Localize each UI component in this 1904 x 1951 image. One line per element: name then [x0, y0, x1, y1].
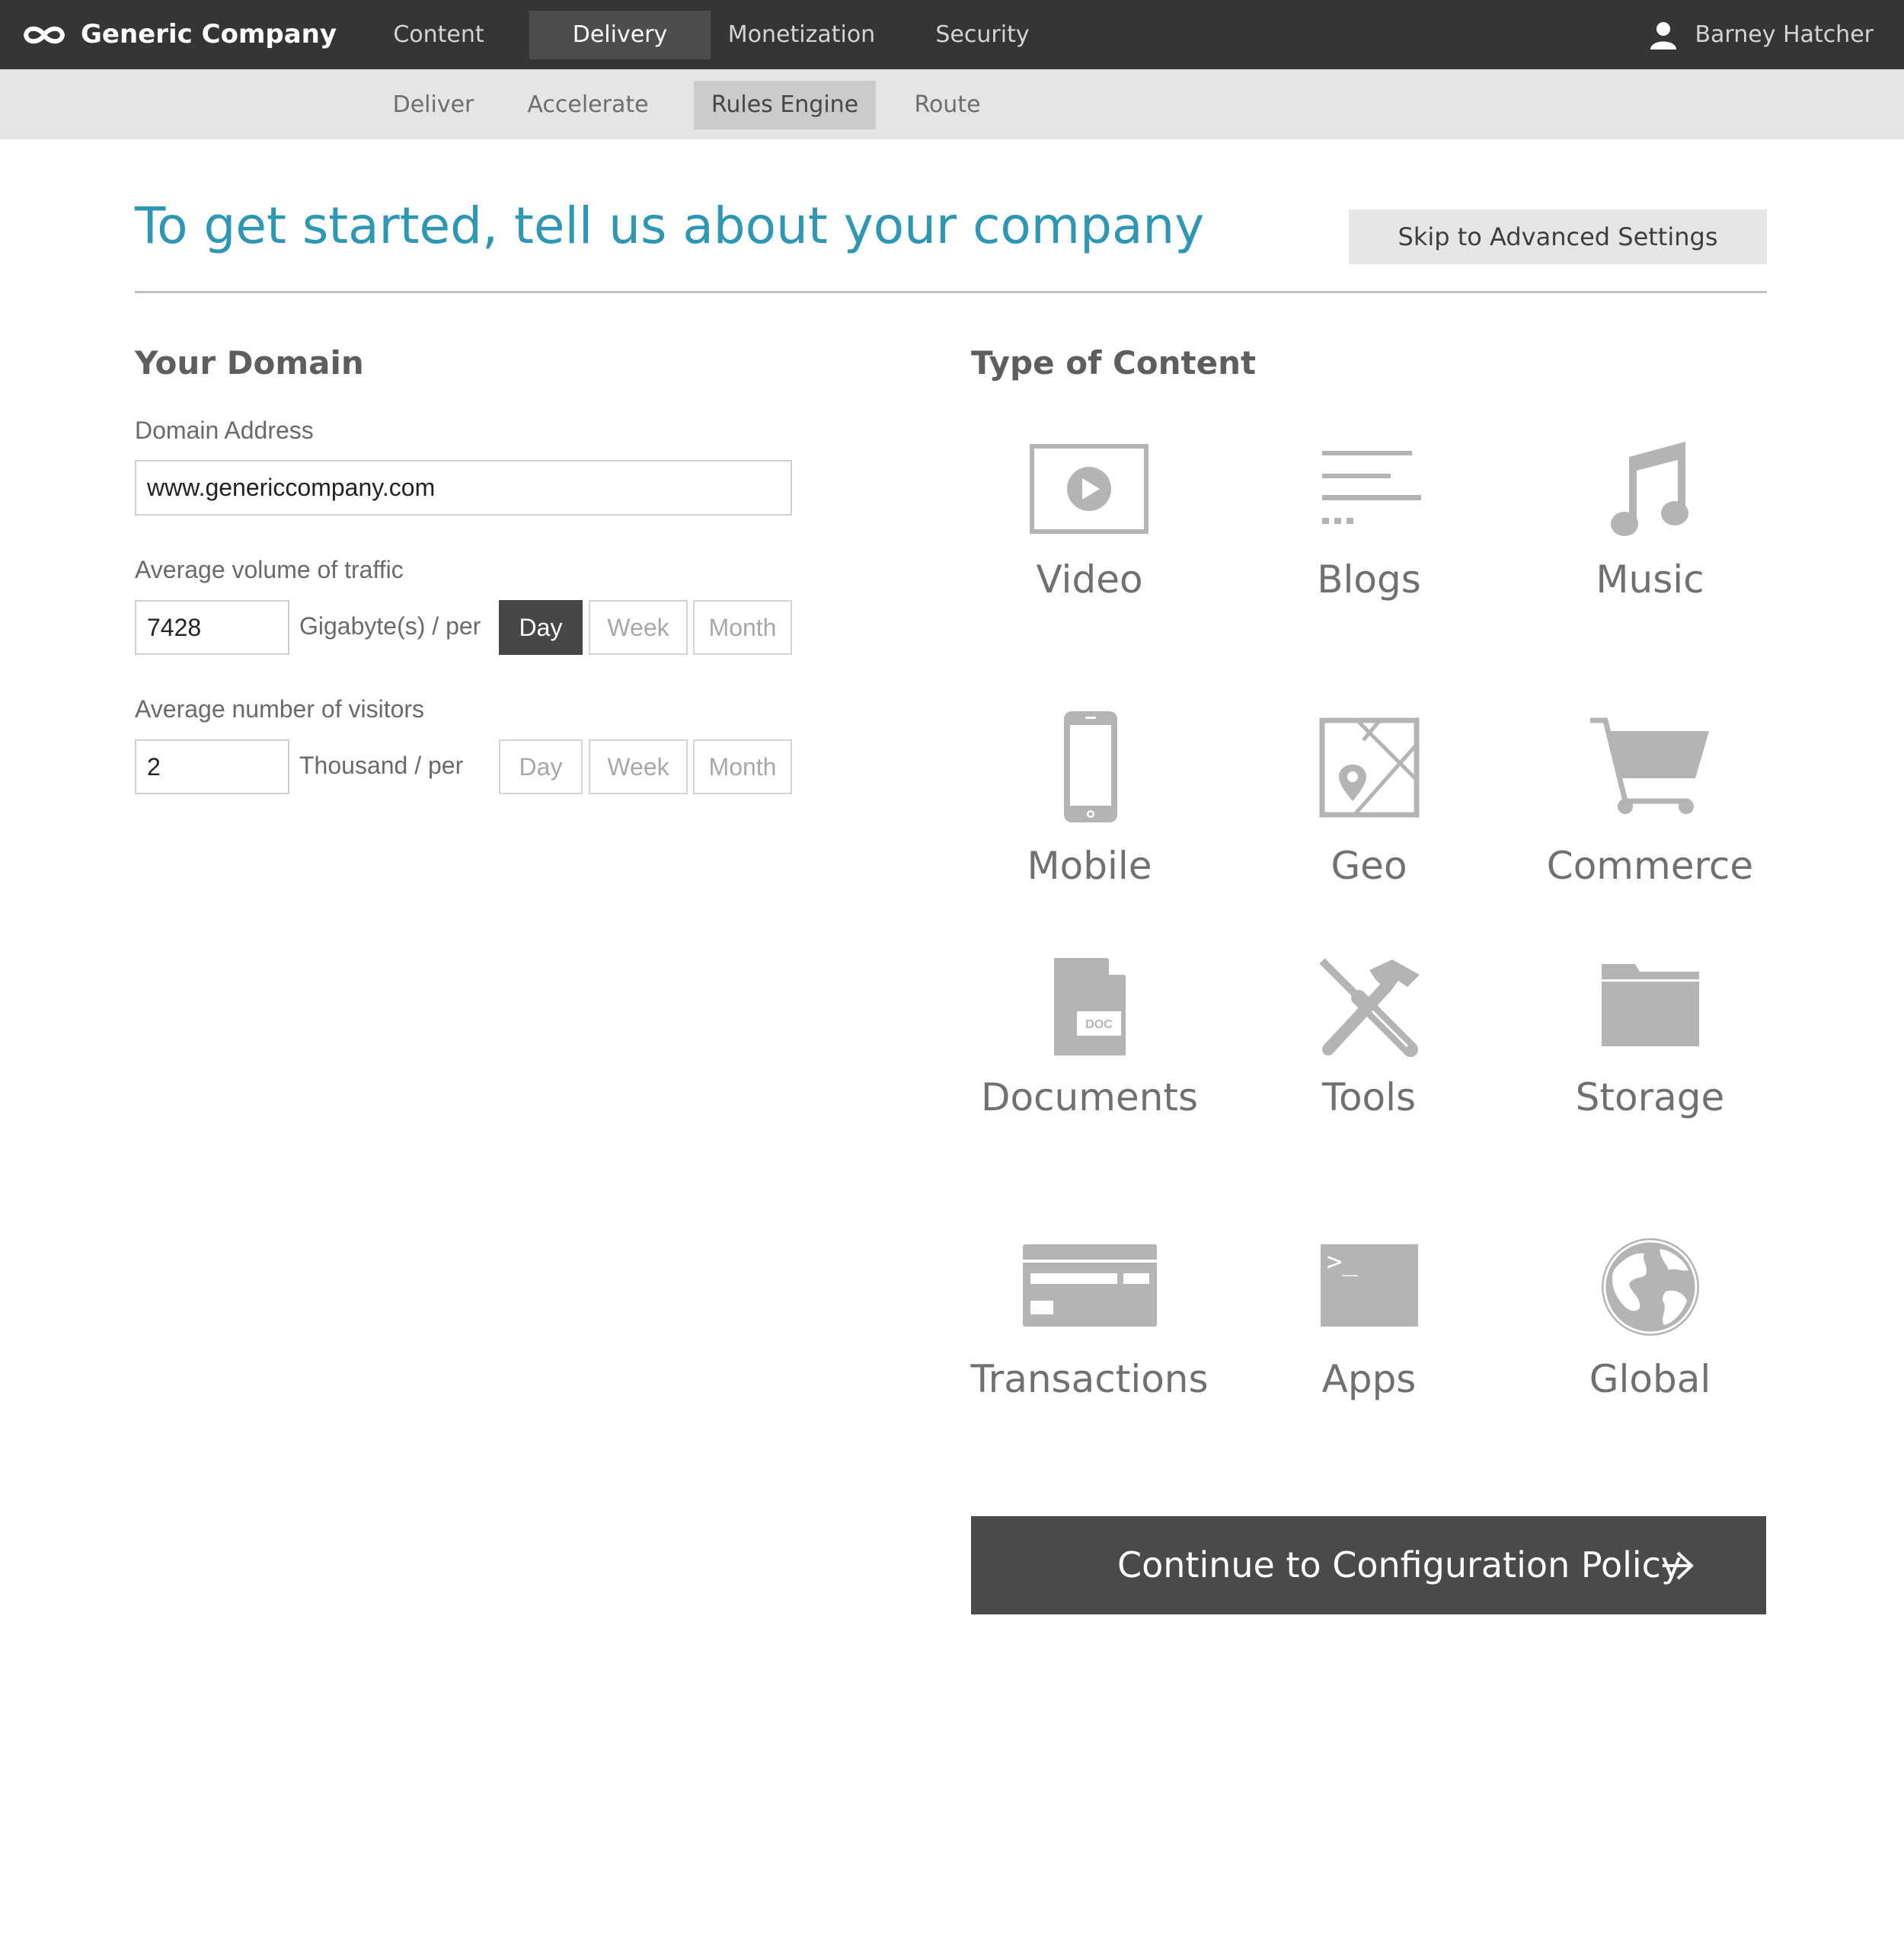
- page-title: To get started, tell us about your compa…: [135, 196, 1205, 255]
- video-icon: [1029, 444, 1148, 534]
- user-menu[interactable]: Barney Hatcher: [1649, 0, 1874, 69]
- visitors-period-day[interactable]: Day: [499, 739, 583, 794]
- content-type-video[interactable]: Video: [950, 426, 1229, 617]
- content-type-mobile[interactable]: Mobile: [950, 710, 1229, 900]
- content-type-label: Music: [1596, 557, 1704, 602]
- content-type-label: Commerce: [1546, 844, 1754, 888]
- content-type-label: Documents: [980, 1075, 1199, 1119]
- content-type-tools[interactable]: Tools: [1229, 952, 1509, 1142]
- terminal-prompt-text: >_: [1327, 1247, 1358, 1277]
- traffic-period-month[interactable]: Month: [693, 600, 792, 655]
- continue-button-label: Continue to Configuration Policy: [1117, 1544, 1682, 1585]
- mobile-phone-icon: [1063, 711, 1117, 822]
- user-name: Barney Hatcher: [1695, 21, 1874, 48]
- shopping-cart-icon: [1589, 717, 1709, 814]
- subtab-accelerate[interactable]: Accelerate: [518, 81, 658, 129]
- music-note-icon: [1610, 442, 1688, 536]
- traffic-period-week[interactable]: Week: [589, 600, 688, 655]
- blog-icon: [1321, 451, 1421, 524]
- subtab-route[interactable]: Route: [899, 81, 996, 129]
- tab-security[interactable]: Security: [906, 11, 1059, 59]
- doc-badge-text: DOC: [1085, 1018, 1113, 1031]
- domain-address-label: Domain Address: [135, 417, 314, 444]
- visitors-label: Average number of visitors: [135, 695, 425, 723]
- content-type-label: Transactions: [970, 1357, 1209, 1401]
- traffic-volume-input[interactable]: [135, 600, 289, 655]
- infinity-icon: [23, 26, 65, 44]
- visitors-period-month[interactable]: Month: [693, 739, 792, 794]
- content-type-global[interactable]: Global: [1510, 1235, 1790, 1426]
- content-type-label: Apps: [1321, 1357, 1417, 1401]
- traffic-unit-label: Gigabyte(s) / per: [299, 612, 481, 640]
- content-type-blogs[interactable]: Blogs: [1229, 426, 1509, 617]
- content-type-label: Geo: [1331, 844, 1407, 888]
- tools-icon: [1318, 958, 1420, 1057]
- sub-nav-bar: Deliver Accelerate Rules Engine Route: [0, 69, 1904, 139]
- document-icon: DOC: [1053, 958, 1126, 1055]
- content-type-apps[interactable]: >_ Apps: [1229, 1235, 1509, 1426]
- tab-monetization[interactable]: Monetization: [720, 11, 883, 59]
- traffic-period-day[interactable]: Day: [499, 600, 583, 655]
- your-domain-heading: Your Domain: [135, 344, 364, 382]
- content-type-music[interactable]: Music: [1510, 426, 1790, 617]
- content-type-label: Video: [1036, 557, 1143, 602]
- arrow-right-icon: [1663, 1551, 1694, 1580]
- top-nav-bar: Generic Company Content Delivery Monetiz…: [0, 0, 1904, 69]
- brand-name[interactable]: Generic Company: [81, 0, 337, 69]
- folder-icon: [1601, 964, 1699, 1046]
- content-type-transactions[interactable]: Transactions: [950, 1235, 1229, 1426]
- tab-delivery[interactable]: Delivery: [529, 11, 711, 59]
- subtab-rules-engine[interactable]: Rules Engine: [694, 81, 876, 129]
- title-divider: [135, 291, 1767, 293]
- content-type-label: Global: [1589, 1357, 1711, 1401]
- visitors-input[interactable]: [135, 739, 289, 794]
- content-type-label: Blogs: [1317, 557, 1421, 602]
- content-type-label: Storage: [1575, 1075, 1725, 1119]
- map-pin-icon: [1319, 717, 1419, 818]
- continue-to-configuration-button[interactable]: Continue to Configuration Policy: [971, 1516, 1766, 1614]
- credit-card-icon: [1022, 1244, 1157, 1327]
- traffic-volume-label: Average volume of traffic: [135, 556, 404, 583]
- type-of-content-heading: Type of Content: [971, 344, 1257, 382]
- content-type-label: Tools: [1321, 1075, 1417, 1119]
- content-type-commerce[interactable]: Commerce: [1510, 710, 1790, 900]
- visitors-unit-label: Thousand / per: [299, 752, 464, 779]
- terminal-icon: >_: [1320, 1244, 1418, 1327]
- skip-to-advanced-button[interactable]: Skip to Advanced Settings: [1349, 209, 1767, 264]
- subtab-deliver[interactable]: Deliver: [379, 81, 487, 129]
- visitors-period-week[interactable]: Week: [589, 739, 688, 794]
- content-type-storage[interactable]: Storage: [1510, 952, 1790, 1142]
- globe-icon: [1601, 1238, 1699, 1336]
- content-type-label: Mobile: [1027, 844, 1152, 888]
- content-type-geo[interactable]: Geo: [1229, 710, 1509, 900]
- user-icon: [1650, 21, 1677, 49]
- tab-content[interactable]: Content: [364, 11, 513, 59]
- content-type-documents[interactable]: DOC Documents: [950, 952, 1229, 1142]
- domain-address-input[interactable]: [135, 460, 792, 516]
